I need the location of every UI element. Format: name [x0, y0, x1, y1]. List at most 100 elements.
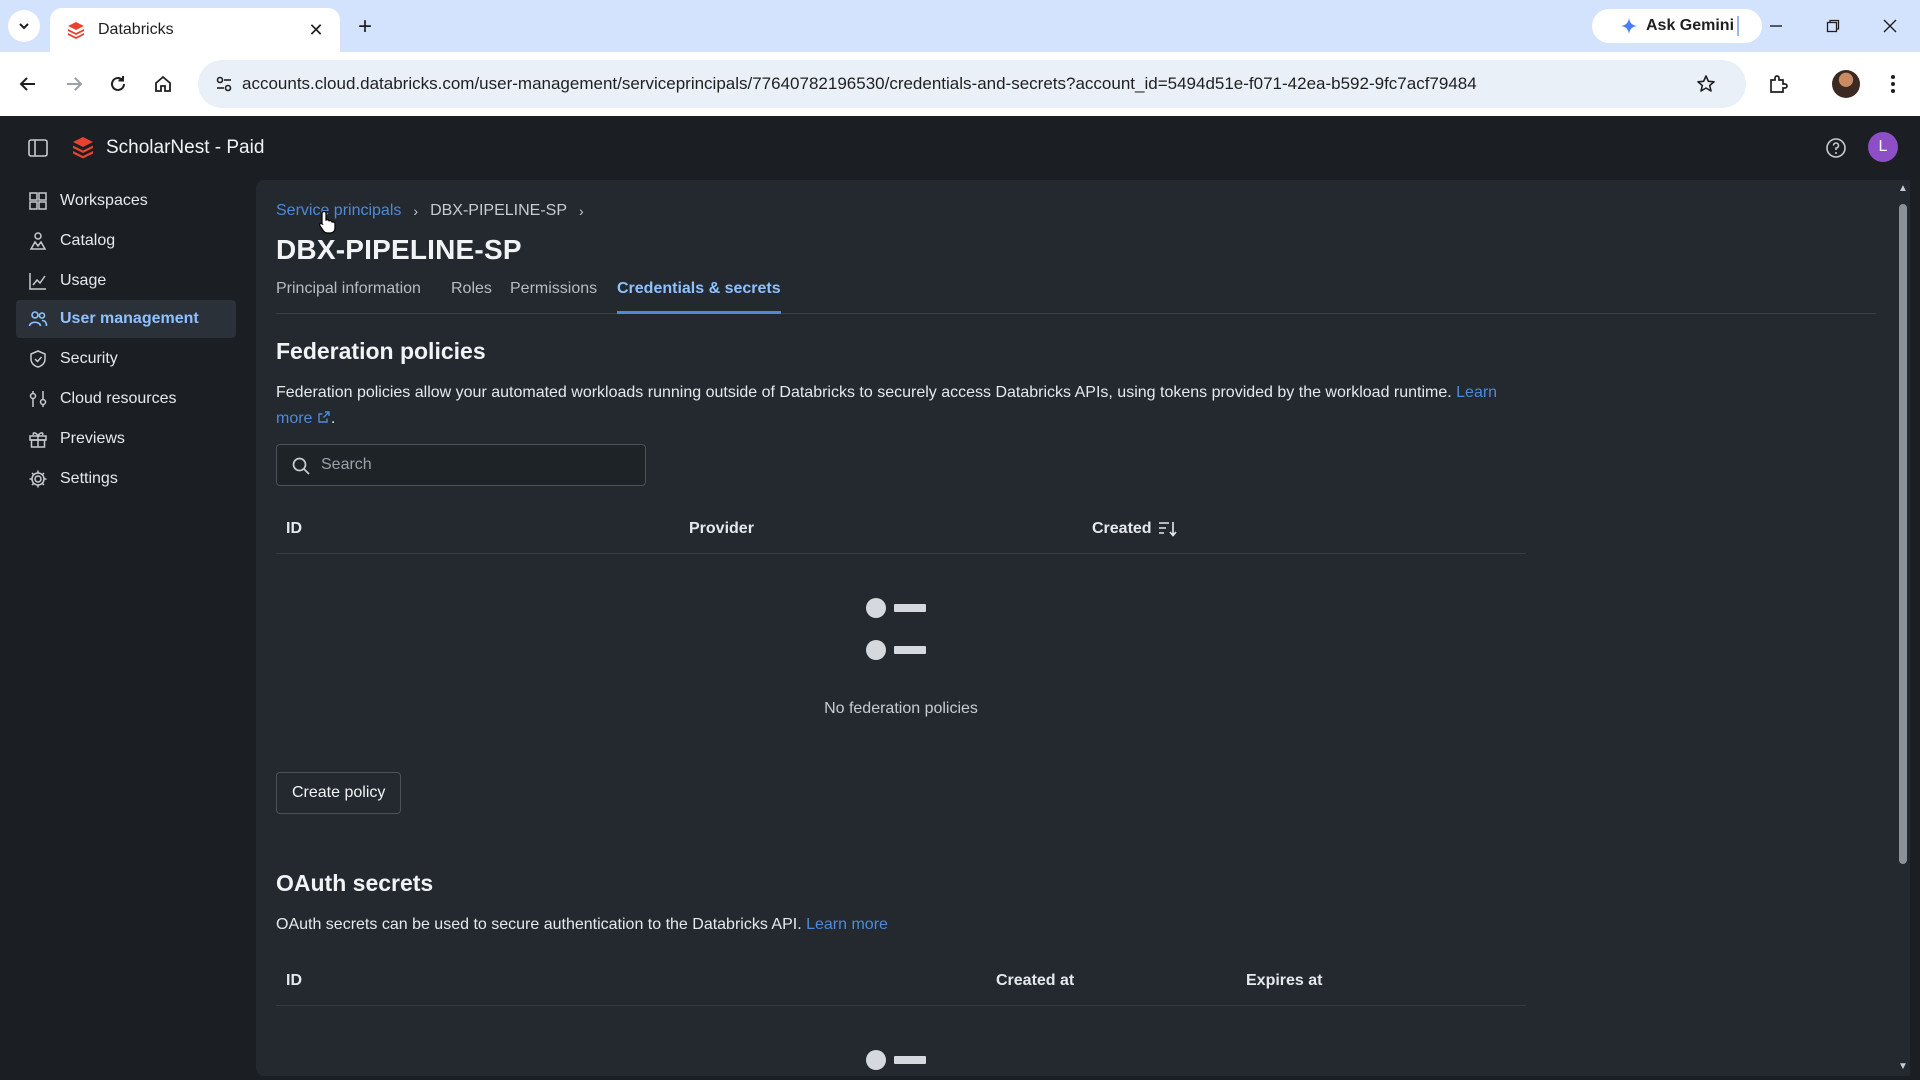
close-icon: [1883, 19, 1897, 33]
back-button[interactable]: [10, 66, 46, 102]
reload-button[interactable]: [100, 66, 136, 102]
browser-tabstrip: Databricks ✕ + Ask Gemini: [0, 0, 1920, 52]
empty-list-icon: [866, 598, 926, 660]
sort-descending-icon: [1158, 522, 1177, 537]
search-icon: [292, 457, 310, 475]
gear-icon: [28, 469, 48, 489]
arrow-right-icon: [67, 77, 83, 91]
help-icon[interactable]: [1824, 136, 1848, 160]
principal-tabs: Principal information Roles Permissions …: [276, 278, 1876, 314]
column-header-id: ID: [286, 972, 302, 989]
chevron-down-icon: [19, 23, 29, 30]
tab-principal-information[interactable]: Principal information: [276, 278, 421, 314]
sidebar-item-label: Cloud resources: [60, 390, 177, 407]
forward-button[interactable]: [56, 66, 92, 102]
breadcrumb-service-principals[interactable]: Service principals: [276, 202, 401, 220]
site-info-button[interactable]: [208, 68, 240, 100]
app-header: ScholarNest - Paid L: [0, 116, 1920, 180]
federation-description: Federation policies allow your automated…: [276, 380, 1516, 432]
sidebar-item-label: Previews: [60, 430, 125, 447]
search-input[interactable]: [321, 445, 631, 485]
puzzle-icon: [1770, 75, 1788, 93]
bookmark-button[interactable]: [1690, 68, 1722, 100]
tab-roles[interactable]: Roles: [451, 278, 492, 314]
gift-icon: [28, 429, 48, 449]
catalog-icon: [28, 231, 48, 251]
browser-toolbar: accounts.cloud.databricks.com/user-manag…: [0, 52, 1920, 116]
reload-icon: [111, 76, 125, 91]
sidebar-item-label: Workspaces: [60, 192, 148, 209]
oauth-description: OAuth secrets can be used to secure auth…: [276, 912, 1516, 938]
sidebar-item-label: Settings: [60, 470, 118, 487]
tab-permissions[interactable]: Permissions: [510, 278, 597, 314]
home-button[interactable]: [145, 66, 181, 102]
scrollbar-thumb[interactable]: [1899, 204, 1907, 864]
ask-gemini-label: Ask Gemini: [1645, 17, 1735, 34]
address-bar[interactable]: accounts.cloud.databricks.com/user-manag…: [198, 60, 1746, 108]
column-header-created[interactable]: Created: [1092, 520, 1178, 538]
sidebar-item-label: User management: [60, 310, 199, 327]
restore-button[interactable]: [1813, 10, 1853, 42]
restore-icon: [1826, 19, 1840, 33]
oauth-description-text: OAuth secrets can be used to secure auth…: [276, 916, 802, 933]
arrow-left-icon: [19, 77, 35, 91]
column-header-id: ID: [286, 520, 302, 537]
tab-credentials-secrets[interactable]: Credentials & secrets: [617, 278, 781, 314]
sidebar-item-label: Usage: [60, 272, 107, 289]
oauth-learn-more-link[interactable]: Learn more: [806, 916, 888, 933]
federation-policies-heading: Federation policies: [276, 338, 486, 364]
hand-pointer-cursor-icon: [319, 210, 336, 234]
external-link-icon: [318, 411, 330, 423]
sidebar-item-user-management[interactable]: User management: [16, 300, 236, 338]
oauth-secrets-heading: OAuth secrets: [276, 870, 434, 896]
close-tab-icon[interactable]: ✕: [304, 18, 328, 42]
empty-list-icon: [866, 1050, 926, 1070]
tab-title: Databricks: [98, 21, 174, 38]
url-text[interactable]: accounts.cloud.databricks.com/user-manag…: [242, 74, 1477, 94]
new-tab-button[interactable]: +: [350, 12, 380, 42]
users-icon: [28, 309, 48, 329]
sidebar-item-usage[interactable]: Usage: [16, 262, 236, 300]
page-scrollbar[interactable]: ▲ ▼: [1896, 180, 1910, 1076]
column-header-created-label: Created: [1092, 520, 1152, 537]
empty-state-message: No federation policies: [824, 700, 978, 717]
sidebar-item-workspaces[interactable]: Workspaces: [16, 182, 236, 220]
create-policy-button[interactable]: Create policy: [276, 772, 402, 814]
sidebar-item-cloud-resources[interactable]: Cloud resources: [16, 380, 236, 418]
sidebar-item-label: Security: [60, 350, 118, 367]
databricks-logo-icon: [68, 22, 84, 39]
home-icon: [155, 75, 171, 92]
more-vertical-icon: [1891, 75, 1895, 93]
star-icon: [1697, 75, 1715, 92]
breadcrumb-current[interactable]: DBX-PIPELINE-SP: [430, 202, 567, 220]
browser-menu-button[interactable]: [1878, 66, 1908, 102]
sidebar: Workspaces Catalog Usage User management…: [0, 180, 256, 1080]
minimize-button[interactable]: [1756, 10, 1796, 42]
column-header-provider: Provider: [689, 520, 754, 537]
description-period: .: [330, 410, 336, 427]
tab-search-button[interactable]: [8, 10, 40, 42]
usage-chart-icon: [28, 271, 48, 291]
sidebar-item-label: Catalog: [60, 232, 116, 249]
main-panel: Service principals › DBX-PIPELINE-SP › D…: [256, 180, 1896, 1076]
user-avatar[interactable]: L: [1868, 132, 1898, 162]
databricks-logo-icon[interactable]: [70, 134, 96, 160]
federation-description-text: Federation policies allow your automated…: [276, 384, 1452, 401]
page-title: DBX-PIPELINE-SP: [276, 234, 522, 265]
sidebar-item-settings[interactable]: Settings: [16, 460, 236, 498]
shield-icon: [28, 349, 48, 369]
sidebar-item-previews[interactable]: Previews: [16, 420, 236, 458]
cloud-resources-icon: [28, 389, 48, 409]
federation-search-box[interactable]: [276, 444, 646, 486]
scroll-up-icon[interactable]: ▲: [1898, 184, 1908, 194]
scroll-down-icon[interactable]: ▼: [1898, 1062, 1908, 1072]
sidebar-item-security[interactable]: Security: [16, 340, 236, 378]
workspace-name[interactable]: ScholarNest - Paid: [106, 137, 264, 159]
extensions-button[interactable]: [1760, 66, 1796, 102]
sidebar-item-catalog[interactable]: Catalog: [16, 222, 236, 260]
sidebar-toggle-icon[interactable]: [26, 136, 50, 160]
browser-profile-avatar[interactable]: [1832, 70, 1860, 98]
close-window-button[interactable]: [1870, 10, 1910, 42]
browser-tab-databricks[interactable]: Databricks ✕: [50, 8, 340, 52]
minimize-icon: [1770, 25, 1782, 27]
